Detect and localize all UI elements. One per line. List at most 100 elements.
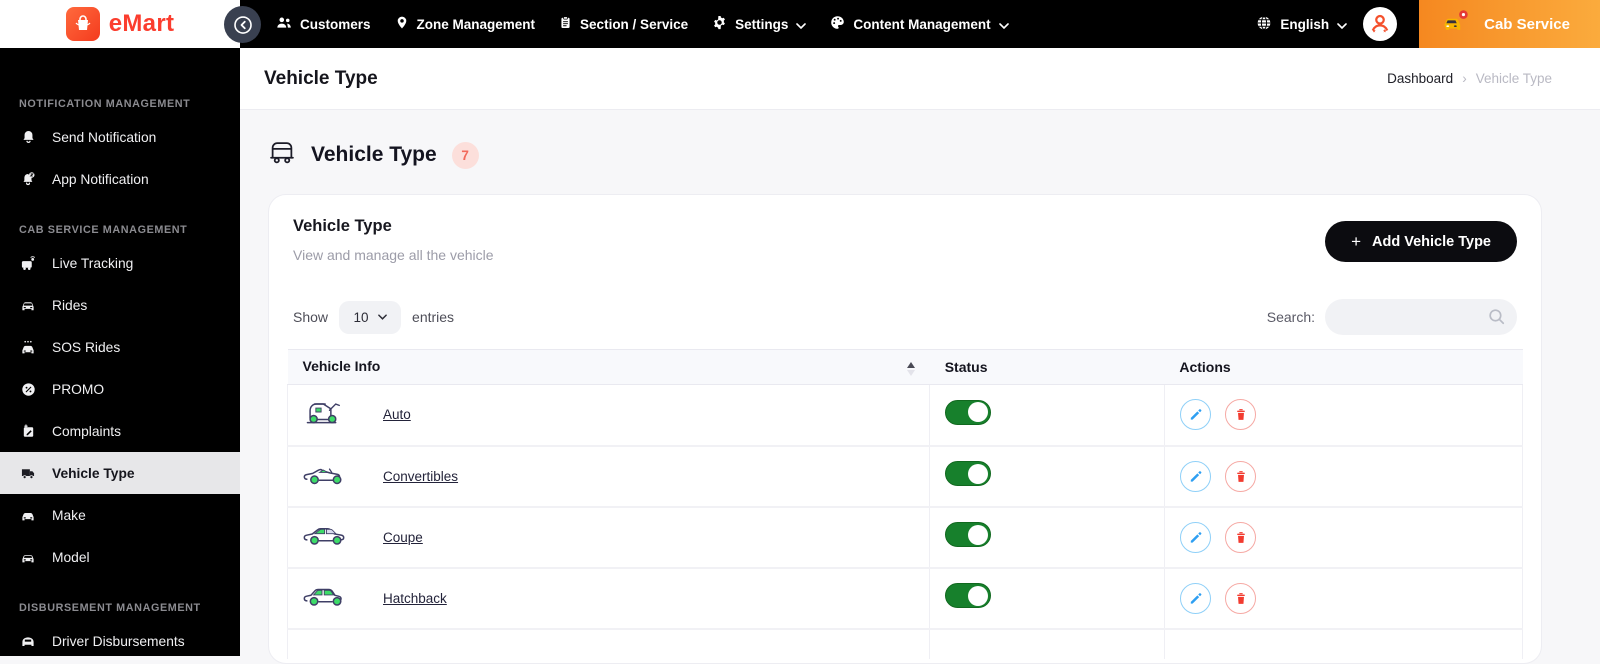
nav-section-service[interactable]: Section / Service bbox=[559, 15, 688, 33]
pencil-icon bbox=[1190, 592, 1202, 604]
column-header-vehicle-info[interactable]: Vehicle Info bbox=[287, 349, 930, 385]
sort-icon[interactable] bbox=[906, 362, 915, 376]
sidebar-item-live-tracking[interactable]: Live Tracking bbox=[0, 242, 240, 284]
page-title: Vehicle Type bbox=[264, 67, 378, 89]
breadcrumb-dashboard-link[interactable]: Dashboard bbox=[1387, 71, 1453, 86]
vehicle-type-card: Vehicle Type View and manage all the veh… bbox=[268, 194, 1542, 664]
sidebar-item-app-notification[interactable]: App Notification bbox=[0, 158, 240, 200]
hatchback-illustration bbox=[303, 581, 349, 616]
promo-percent-icon bbox=[19, 382, 37, 397]
page-heading: Vehicle Type 7 bbox=[268, 140, 1542, 170]
pencil-icon bbox=[1190, 409, 1202, 420]
content-topbar: Vehicle Type Dashboard › Vehicle Type bbox=[240, 48, 1600, 110]
table-row: Auto bbox=[286, 384, 1524, 447]
palette-icon bbox=[830, 15, 845, 33]
location-pin-icon bbox=[395, 15, 409, 33]
add-vehicle-type-button[interactable]: + Add Vehicle Type bbox=[1325, 221, 1517, 262]
chevron-down-icon bbox=[1337, 17, 1347, 32]
vehicle-name-link[interactable]: Auto bbox=[383, 407, 411, 422]
taxi-front-icon bbox=[19, 298, 37, 312]
sidebar-section-disbursement-management: DISBURSEMENT MANAGEMENT bbox=[19, 602, 201, 614]
table-row: Hatchback bbox=[286, 567, 1524, 630]
plus-icon: + bbox=[1351, 231, 1361, 251]
entries-select[interactable]: 10 bbox=[339, 300, 402, 334]
vehicle-name-link[interactable]: Coupe bbox=[383, 530, 423, 545]
toggle-knob bbox=[968, 402, 989, 423]
status-toggle[interactable] bbox=[945, 399, 992, 425]
taxi-icon bbox=[1441, 9, 1471, 39]
column-header-status[interactable]: Status bbox=[929, 349, 1165, 385]
sidebar-collapse-button[interactable] bbox=[224, 6, 261, 43]
language-selector[interactable]: English bbox=[1256, 15, 1347, 34]
service-switcher-cab-service[interactable]: Cab Service bbox=[1419, 0, 1600, 48]
toggle-knob bbox=[968, 585, 989, 606]
trash-icon bbox=[1236, 592, 1245, 604]
sidebar-item-send-notification[interactable]: Send Notification bbox=[0, 116, 240, 158]
globe-icon bbox=[1256, 15, 1272, 34]
page-heading-text: Vehicle Type bbox=[311, 143, 437, 166]
status-toggle[interactable] bbox=[945, 522, 992, 547]
sidebar-item-rides[interactable]: Rides bbox=[0, 284, 240, 326]
nav-content-management[interactable]: Content Management bbox=[830, 15, 1009, 33]
emart-bag-icon bbox=[65, 7, 100, 41]
sort-asc-icon bbox=[906, 362, 915, 368]
toggle-knob bbox=[968, 524, 989, 545]
car-icon bbox=[19, 550, 37, 564]
toggle-knob bbox=[968, 463, 989, 484]
edit-button[interactable] bbox=[1179, 399, 1211, 431]
main-content: Vehicle Type Dashboard › Vehicle Type Ve… bbox=[240, 48, 1600, 664]
pencil-icon bbox=[1190, 470, 1202, 482]
column-header-actions[interactable]: Actions bbox=[1164, 349, 1523, 385]
gear-icon bbox=[712, 15, 727, 33]
complaints-note-icon bbox=[19, 423, 37, 439]
breadcrumb-current: Vehicle Type bbox=[1475, 71, 1552, 86]
sidebar: NOTIFICATION MANAGEMENT Send Notificatio… bbox=[0, 48, 240, 656]
search-icon bbox=[1487, 307, 1506, 329]
user-avatar[interactable] bbox=[1363, 7, 1398, 41]
nav-zone-management[interactable]: Zone Management bbox=[395, 15, 535, 33]
brand-logo[interactable]: eMart bbox=[0, 0, 240, 48]
status-toggle[interactable] bbox=[945, 583, 992, 608]
delete-button[interactable] bbox=[1225, 399, 1257, 431]
card-header: Vehicle Type View and manage all the veh… bbox=[287, 217, 1523, 263]
search-control: Search: bbox=[1267, 299, 1517, 335]
users-icon bbox=[276, 16, 292, 32]
sidebar-item-complaints[interactable]: Complaints bbox=[0, 410, 240, 452]
delete-button[interactable] bbox=[1225, 521, 1257, 553]
content-area: Vehicle Type 7 Vehicle Type View and man… bbox=[240, 110, 1600, 664]
nav-settings[interactable]: Settings bbox=[712, 15, 807, 33]
main-nav: Customers Zone Management Section / Serv… bbox=[240, 0, 1600, 48]
status-toggle[interactable] bbox=[945, 461, 992, 486]
vehicle-name-link[interactable]: Convertibles bbox=[383, 469, 458, 484]
coupe-illustration bbox=[303, 520, 349, 555]
sidebar-item-promo[interactable]: PROMO bbox=[0, 368, 240, 410]
edit-button[interactable] bbox=[1179, 521, 1211, 553]
breadcrumb: Dashboard › Vehicle Type bbox=[1387, 71, 1552, 86]
sidebar-section-cab-service-management: CAB SERVICE MANAGEMENT bbox=[19, 224, 188, 236]
sidebar-item-make[interactable]: Make bbox=[0, 494, 240, 536]
chevron-down-icon bbox=[796, 17, 807, 32]
trash-icon bbox=[1236, 531, 1245, 543]
vehicle-name-link[interactable]: Hatchback bbox=[383, 591, 447, 606]
table-controls: Show 10 entries Search: bbox=[287, 299, 1523, 335]
driver-car-icon bbox=[19, 634, 37, 648]
delete-button[interactable] bbox=[1225, 582, 1257, 614]
convertible-illustration bbox=[303, 459, 349, 494]
table-row bbox=[286, 628, 1524, 659]
delete-button[interactable] bbox=[1225, 460, 1257, 492]
clipboard-icon bbox=[559, 15, 572, 33]
shuttle-van-icon bbox=[268, 140, 296, 170]
sidebar-item-model[interactable]: Model bbox=[0, 536, 240, 578]
bell-alert-icon bbox=[19, 171, 37, 187]
trash-icon bbox=[1236, 470, 1245, 482]
edit-button[interactable] bbox=[1179, 460, 1211, 492]
nav-customers[interactable]: Customers bbox=[276, 16, 371, 32]
vehicle-type-table: Vehicle Info Status Actions Auto Convert… bbox=[286, 349, 1524, 659]
edit-button[interactable] bbox=[1179, 582, 1211, 614]
chevron-down-icon bbox=[377, 314, 387, 320]
sidebar-item-sos-rides[interactable]: SOS Rides bbox=[0, 326, 240, 368]
vehicle-truck-icon bbox=[19, 466, 37, 480]
sidebar-item-vehicle-type[interactable]: Vehicle Type bbox=[0, 452, 240, 494]
card-title: Vehicle Type bbox=[293, 217, 392, 235]
page-size-control: Show 10 entries bbox=[293, 300, 454, 334]
